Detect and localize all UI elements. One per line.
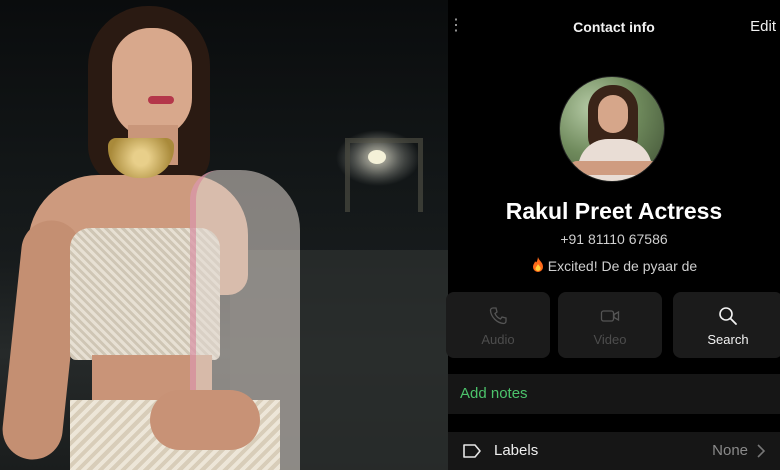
woman-figure <box>0 0 340 470</box>
avatar[interactable] <box>559 76 665 182</box>
figure-lips <box>148 96 174 104</box>
contact-phone[interactable]: +91 81110 67586 <box>448 231 780 247</box>
profile-photo <box>0 0 448 470</box>
tag-icon <box>463 444 481 458</box>
labels-label: Labels <box>494 442 539 459</box>
search-icon <box>719 307 737 325</box>
fire-icon <box>532 257 543 272</box>
video-button[interactable]: Video <box>558 292 662 358</box>
add-notes-label: Add notes <box>460 385 528 402</box>
figure-face <box>112 28 192 138</box>
add-notes-row[interactable]: Add notes <box>448 374 780 414</box>
edit-button[interactable]: Edit <box>750 18 776 35</box>
audio-label: Audio <box>481 332 515 347</box>
contact-name: Rakul Preet Actress <box>505 198 723 224</box>
figure-hands <box>150 390 260 450</box>
background-light <box>368 150 386 164</box>
contact-info-screen: ⋮ Contact info Edit Rakul Preet Actress … <box>446 0 780 470</box>
contact-status: Excited! De de pyaar de <box>448 257 780 274</box>
search-label: Search <box>707 332 749 347</box>
top-bar: ⋮ Contact info Edit <box>448 0 780 56</box>
page-title: Contact info <box>573 19 655 35</box>
phone-icon <box>489 307 507 325</box>
action-buttons: Audio Video Search <box>446 292 780 358</box>
status-text: Excited! De de pyaar de <box>547 258 698 274</box>
audio-button[interactable]: Audio <box>446 292 550 358</box>
chevron-right-icon <box>757 444 766 458</box>
video-icon <box>600 310 620 322</box>
labels-row[interactable]: Labels None <box>448 432 780 470</box>
background-lamp-frame <box>345 138 423 212</box>
search-button[interactable]: Search <box>673 292 780 358</box>
labels-value: None <box>712 442 748 459</box>
video-label: Video <box>593 332 627 347</box>
